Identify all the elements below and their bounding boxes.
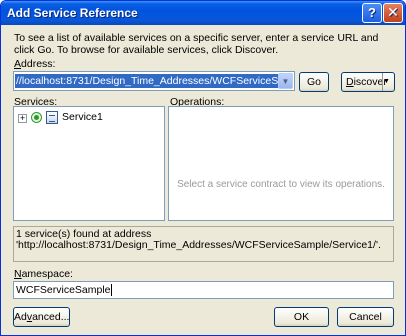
namespace-label: Namespace: [14, 268, 73, 280]
intro-text: To see a list of available services on a… [14, 32, 379, 56]
address-combobox[interactable]: //localhost:8731/Design_Time_Addresses/W… [13, 71, 295, 91]
ok-button[interactable]: OK [274, 307, 329, 327]
discovery-status: 1 service(s) found at address 'http://lo… [13, 226, 394, 262]
tree-item-label: Service1 [62, 111, 103, 123]
operations-list[interactable]: Select a service contract to view its op… [168, 106, 394, 221]
address-input[interactable]: //localhost:8731/Design_Time_Addresses/W… [15, 74, 279, 88]
expand-icon[interactable]: + [18, 114, 27, 123]
services-tree[interactable]: + Service1 [13, 106, 165, 221]
add-service-reference-dialog: Add Service Reference ? ✕ To see a list … [0, 0, 406, 336]
close-button[interactable]: ✕ [383, 3, 403, 23]
text-caret [110, 284, 112, 296]
address-label: Address: [14, 58, 56, 70]
window-title: Add Service Reference [7, 6, 138, 20]
go-button[interactable]: Go [299, 72, 329, 92]
service-icon [46, 111, 58, 124]
help-button[interactable]: ? [362, 3, 382, 23]
discover-dropdown-arrow[interactable]: ▼ [382, 73, 394, 91]
cancel-button[interactable]: Cancel [337, 307, 394, 327]
address-dropdown-button[interactable]: ▼ [278, 73, 293, 89]
namespace-input[interactable]: WCFServiceSample [13, 281, 394, 299]
operations-hint: Select a service contract to view its op… [177, 179, 385, 190]
status-line-2: 'http://localhost:8731/Design_Time_Addre… [16, 239, 381, 251]
title-bar: Add Service Reference ? ✕ [1, 1, 405, 25]
advanced-button[interactable]: Advanced... [13, 307, 70, 327]
service-status-icon [31, 112, 42, 123]
tree-item-service1[interactable]: + Service1 [18, 111, 158, 125]
namespace-value: WCFServiceSample [16, 284, 111, 296]
discover-button[interactable]: Discover ▼ [341, 72, 395, 92]
